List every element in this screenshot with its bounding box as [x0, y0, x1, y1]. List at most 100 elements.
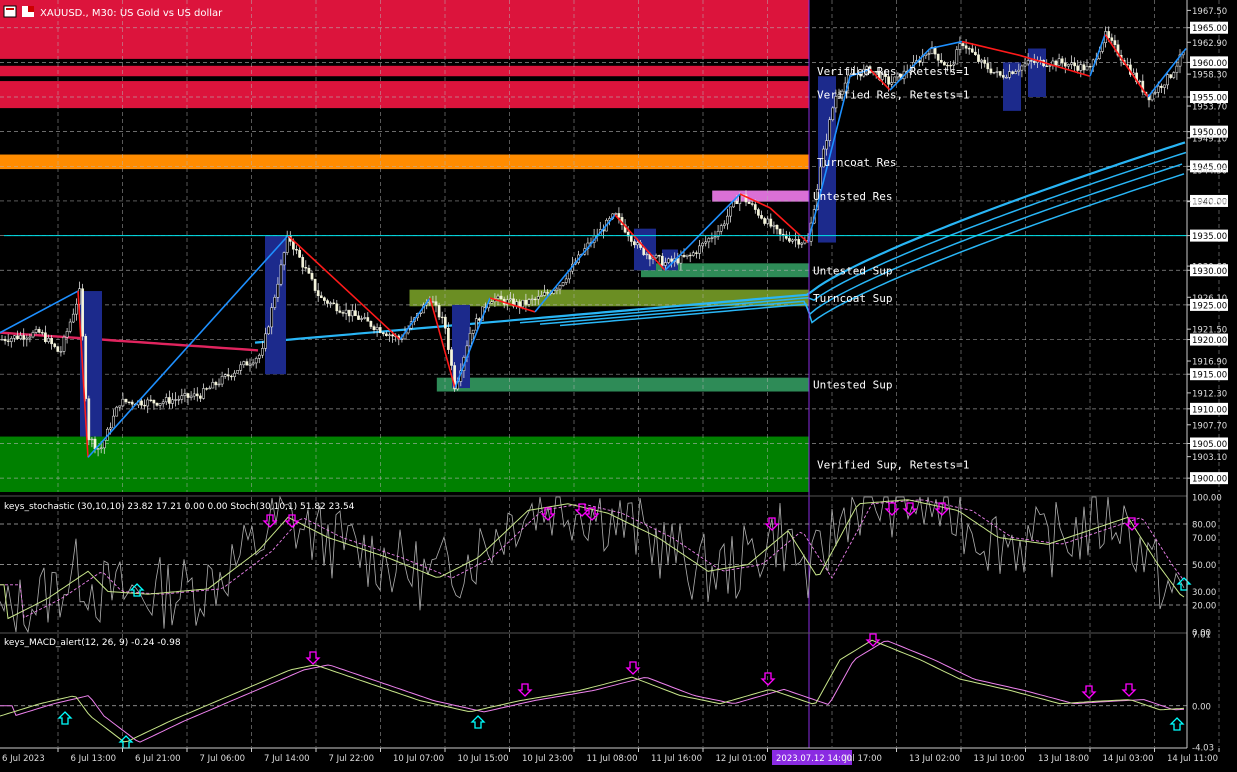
candle-bull: [766, 218, 770, 224]
candle-bull: [270, 307, 274, 328]
price-axis[interactable]: 1967.501965.001962.901960.001958.301955.…: [1186, 0, 1228, 754]
candle-bear: [304, 266, 308, 269]
stoch-label: keys_stochastic (30,10,10) 23.82 17.21 0…: [4, 502, 355, 512]
candle-bull: [645, 253, 649, 256]
time-label: 6 Jul 2023: [2, 754, 45, 764]
trading-chart-window[interactable]: Verified Res, Retests=1 Verified Res, Ret…: [0, 0, 1237, 768]
macd-axis-label: -4.03: [1192, 744, 1214, 754]
candle-bear: [983, 59, 987, 64]
price-label: 1903.10: [1192, 453, 1227, 463]
time-label: 13 Jul 02:00: [909, 754, 960, 764]
candle-bear: [87, 398, 91, 441]
chart-canvas[interactable]: Verified Res, Retests=1 Verified Res, Ret…: [0, 0, 1237, 768]
macd-arrows: [57, 633, 1185, 749]
price-label: 1953.70: [1192, 103, 1227, 113]
candle-bear: [986, 63, 990, 70]
candle-bull: [59, 351, 63, 353]
stoch-axis-label: 50.00: [1192, 561, 1216, 571]
candle-bull: [1014, 71, 1018, 74]
candle-bear: [524, 299, 528, 305]
candle-bear: [1032, 60, 1036, 63]
candle-bear: [989, 68, 993, 74]
candle-bear: [936, 53, 940, 61]
candle-bull: [1166, 74, 1169, 86]
candle-bear: [186, 393, 190, 398]
time-label: 10 Jul 23:00: [522, 754, 573, 764]
price-label: 1930.00: [1192, 267, 1227, 277]
stoch-arrows: [129, 502, 1192, 597]
candle-bear: [1011, 71, 1014, 74]
candle-bear: [778, 228, 782, 235]
candle-bull: [360, 318, 363, 320]
candle-bear: [499, 295, 503, 300]
candle-bull: [282, 252, 286, 266]
candle-bear: [735, 200, 739, 205]
candle-bear: [199, 395, 202, 399]
candle-bear: [797, 239, 801, 245]
macd-pane[interactable]: keys_MACD_alert(12, 26, 9) -0.24 -0.98: [0, 632, 1220, 749]
candle-bull: [707, 238, 711, 243]
candle-bull: [543, 292, 546, 296]
candle-bear: [1001, 75, 1005, 78]
candle-bear: [443, 316, 447, 329]
candle-bear: [1054, 60, 1058, 66]
price-pane[interactable]: Verified Res, Retests=1 Verified Res, Ret…: [0, 0, 1220, 492]
candle-bear: [434, 301, 438, 306]
price-label: 1944.50: [1192, 166, 1227, 176]
candle-bear: [447, 328, 450, 350]
macd-lines: [0, 639, 1185, 743]
candle-bear: [40, 332, 44, 334]
candle-bull: [927, 53, 931, 55]
candle-bear: [1076, 65, 1080, 71]
candle-bull: [363, 317, 367, 319]
chart-menu-icon[interactable]: [3, 5, 17, 18]
candle-bull: [1085, 66, 1089, 71]
stochastic-pane[interactable]: keys_stochastic (30,10,10) 23.82 17.21 0…: [0, 495, 1220, 634]
candle-bull: [109, 427, 112, 430]
candle-bull: [158, 403, 162, 406]
candle-bull: [1020, 65, 1024, 71]
candle-bull: [344, 309, 348, 314]
candle-bear: [3, 339, 7, 342]
candle-bull: [691, 252, 695, 256]
candle-bull: [527, 299, 531, 305]
candle-bear: [313, 278, 317, 291]
time-label: 12 Jul 01:00: [716, 754, 767, 764]
candle-bear: [939, 60, 943, 63]
candle-bull: [794, 239, 797, 241]
candle-bull: [471, 329, 475, 334]
chart-title: XAUUSD., M30: US Gold vs US dollar: [40, 8, 223, 19]
candle-bull: [490, 301, 494, 304]
candle-bear: [781, 233, 785, 236]
stoch-axis-label: 20.00: [1192, 602, 1216, 612]
candle-bear: [50, 338, 53, 345]
candle-bear: [301, 257, 305, 268]
arrow-down-icon: [517, 683, 533, 697]
candle-bull: [992, 71, 996, 74]
candle-bull: [375, 327, 379, 330]
time-label: 6 Jul 13:00: [71, 754, 117, 764]
arrow-down-icon: [865, 633, 881, 647]
candle-bear: [357, 315, 360, 320]
candle-bull: [242, 361, 246, 366]
candle-bull: [239, 364, 243, 371]
candle-bull: [34, 329, 38, 333]
session-box-7: [1028, 48, 1046, 98]
candle-bull: [388, 334, 391, 336]
time-cursor-label: 2023.07.12 14:00: [776, 754, 852, 764]
zone-label-7: Untested Sup: [813, 379, 892, 392]
candle-bear: [775, 224, 779, 230]
candle-bear: [1088, 66, 1092, 68]
candle-bear: [546, 292, 549, 294]
time-label: Jul 17:00: [844, 754, 882, 764]
price-label: 1967.50: [1192, 7, 1227, 17]
candle-bear: [152, 399, 156, 404]
candle-bull: [279, 264, 283, 285]
candle-bear: [964, 45, 968, 49]
candle-bull: [25, 337, 29, 340]
candle-bull: [276, 283, 280, 298]
candle-bull: [1023, 63, 1027, 67]
time-axis[interactable]: 6 Jul 2023 6 Jul 13:00 6 Jul 21:00 7 Jul 06…: [0, 747, 1220, 765]
candle-bear: [332, 302, 336, 305]
candle-bull: [174, 399, 177, 401]
